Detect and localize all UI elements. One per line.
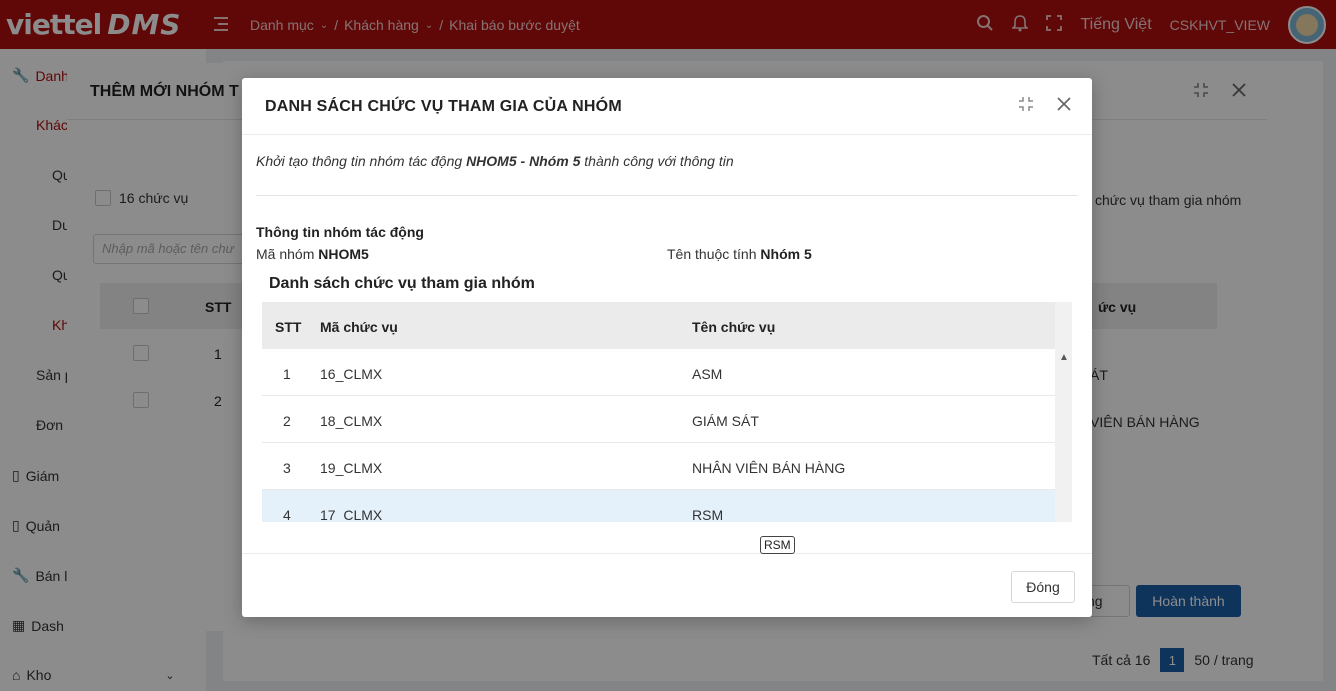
positions-table: STT Mã chức vụ Tên chức vụ 1 16_CLMX ASM… — [262, 302, 1072, 522]
table-scrollbar[interactable] — [1055, 302, 1072, 522]
group-name-label: Tên thuộc tính — [667, 246, 757, 262]
row-stt: 1 — [283, 366, 291, 382]
message-group: NHOM5 - Nhóm 5 — [466, 153, 581, 169]
table-row-selected[interactable]: 4 17_CLMX RSM — [262, 490, 1055, 522]
group-name-field: Tên thuộc tính Nhóm 5 — [667, 246, 812, 262]
table-row[interactable]: 2 18_CLMX GIÁM SÁT — [262, 396, 1055, 443]
column-header-code: Mã chức vụ — [320, 319, 398, 335]
group-code-value: NHOM5 — [318, 246, 369, 262]
modal-title: DANH SÁCH CHỨC VỤ THAM GIA CỦA NHÓM — [265, 98, 622, 115]
list-title: Danh sách chức vụ tham gia nhóm — [269, 275, 535, 292]
row-code: 18_CLMX — [320, 413, 383, 429]
success-message: Khởi tạo thông tin nhóm tác động NHOM5 -… — [256, 153, 734, 169]
collapse-icon[interactable] — [1018, 96, 1034, 112]
row-stt: 2 — [283, 413, 291, 429]
table-header: STT Mã chức vụ Tên chức vụ — [262, 302, 1055, 349]
close-button[interactable]: Đóng — [1011, 571, 1075, 603]
row-name: GIÁM SÁT — [692, 413, 759, 429]
column-header-name: Tên chức vụ — [692, 319, 776, 335]
row-stt: 3 — [283, 460, 291, 476]
row-code: 19_CLMX — [320, 460, 383, 476]
row-name: NHÂN VIÊN BÁN HÀNG — [692, 460, 846, 476]
row-name: RSM — [692, 507, 724, 522]
message-prefix: Khởi tạo thông tin nhóm tác động — [256, 153, 463, 169]
close-icon[interactable] — [1056, 96, 1072, 112]
scroll-up-icon[interactable]: ▲ — [1059, 352, 1069, 363]
table-row[interactable]: 1 16_CLMX ASM — [262, 349, 1055, 396]
row-code: 17_CLMX — [320, 507, 383, 522]
table-row[interactable]: 3 19_CLMX NHÂN VIÊN BÁN HÀNG — [262, 443, 1055, 490]
message-suffix: thành công với thông tin — [584, 153, 734, 169]
row-name: ASM — [692, 366, 723, 382]
group-code-field: Mã nhóm NHOM5 — [256, 246, 369, 262]
section-title: Thông tin nhóm tác động — [256, 224, 424, 240]
group-code-label: Mã nhóm — [256, 246, 315, 262]
divider — [242, 134, 1092, 135]
row-code: 16_CLMX — [320, 366, 383, 382]
divider — [256, 195, 1078, 196]
column-header-stt: STT — [275, 319, 302, 335]
group-name-value: Nhóm 5 — [760, 246, 812, 262]
tooltip: RSM — [760, 536, 795, 554]
divider — [242, 553, 1092, 554]
positions-list-modal: DANH SÁCH CHỨC VỤ THAM GIA CỦA NHÓM Khởi… — [242, 78, 1092, 617]
modal-header-icons — [1018, 96, 1072, 112]
row-stt: 4 — [283, 507, 291, 522]
